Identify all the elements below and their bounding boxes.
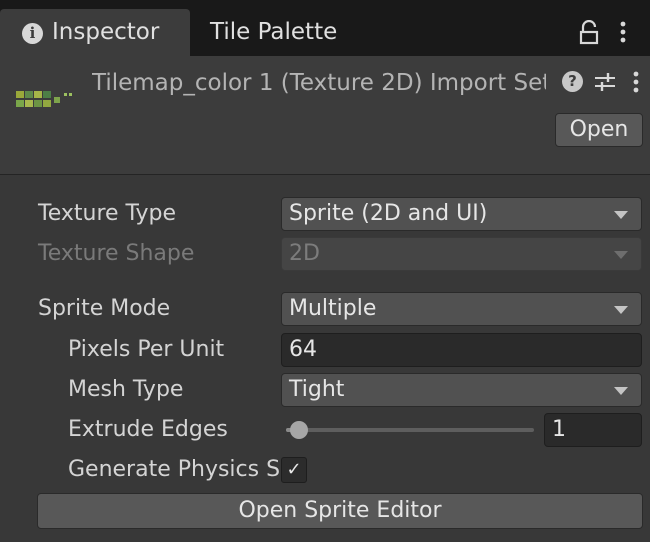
sprite-mode-label: Sprite Mode bbox=[38, 296, 171, 321]
lock-icon[interactable] bbox=[578, 20, 600, 46]
generate-physics-shape-checkbox[interactable]: ✓ bbox=[281, 457, 307, 483]
help-icon[interactable]: ? bbox=[562, 71, 583, 92]
sprite-mode-value: Multiple bbox=[289, 296, 377, 321]
pixels-per-unit-field[interactable]: 64 bbox=[281, 333, 642, 367]
texture-type-dropdown[interactable]: Sprite (2D and UI) bbox=[281, 197, 642, 231]
checkmark-icon: ✓ bbox=[286, 459, 302, 480]
info-icon: i bbox=[22, 23, 43, 44]
header-title: Tilemap_color 1 (Texture 2D) Import Sett… bbox=[92, 70, 546, 96]
tab-inspector-label: Inspector bbox=[52, 19, 160, 45]
mesh-type-value: Tight bbox=[289, 377, 345, 402]
texture-shape-label: Texture Shape bbox=[38, 241, 195, 266]
extrude-edges-label: Extrude Edges bbox=[68, 417, 228, 442]
chevron-down-icon bbox=[614, 306, 628, 314]
open-sprite-editor-button[interactable]: Open Sprite Editor bbox=[37, 493, 643, 529]
chevron-down-icon bbox=[614, 387, 628, 395]
chevron-down-icon bbox=[614, 251, 628, 259]
texture-type-value: Sprite (2D and UI) bbox=[289, 201, 488, 226]
sprite-mode-dropdown[interactable]: Multiple bbox=[281, 292, 642, 326]
texture-thumbnail bbox=[16, 91, 72, 107]
extrude-edges-slider-thumb[interactable] bbox=[289, 421, 308, 439]
extrude-edges-field[interactable]: 1 bbox=[544, 413, 642, 447]
header-menu-icon[interactable] bbox=[630, 70, 642, 94]
chevron-down-icon bbox=[614, 211, 628, 219]
open-button[interactable]: Open bbox=[555, 113, 643, 147]
tab-tile-palette[interactable]: Tile Palette bbox=[210, 19, 337, 45]
generate-physics-shape-label: Generate Physics Shape bbox=[68, 457, 279, 482]
texture-shape-value: 2D bbox=[289, 241, 320, 266]
texture-shape-dropdown: 2D bbox=[281, 237, 642, 271]
tab-menu-icon[interactable] bbox=[617, 20, 629, 44]
pixels-per-unit-label: Pixels Per Unit bbox=[68, 337, 225, 362]
presets-icon[interactable] bbox=[593, 71, 617, 93]
extrude-edges-slider-track[interactable] bbox=[286, 428, 534, 432]
texture-type-label: Texture Type bbox=[38, 201, 177, 226]
mesh-type-label: Mesh Type bbox=[68, 377, 184, 402]
mesh-type-dropdown[interactable]: Tight bbox=[281, 373, 642, 407]
